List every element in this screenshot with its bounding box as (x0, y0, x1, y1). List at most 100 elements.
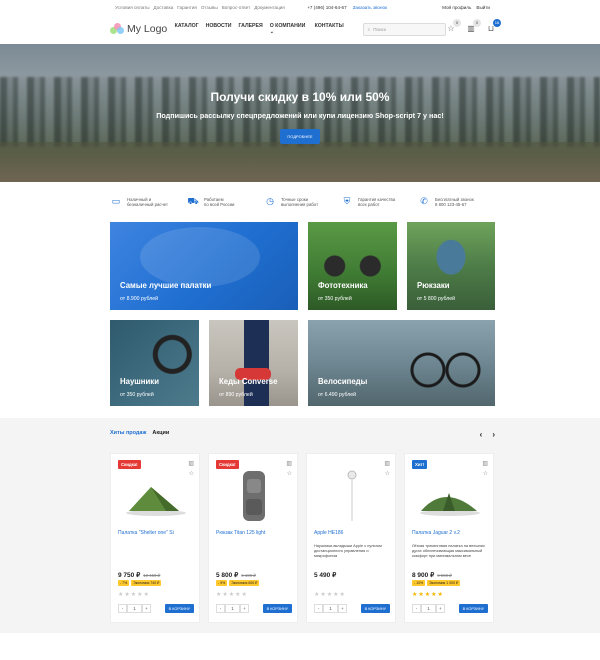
tab-promotions[interactable]: Акции (152, 430, 169, 436)
product-name[interactable]: Палатка Jaguar 2 v.2 (412, 530, 460, 536)
hero-more-button[interactable]: ПОДРОБНЕЕ (280, 129, 320, 144)
search-input[interactable]: ⌕ Поиск (362, 22, 446, 36)
phone-number[interactable]: +7 (496) 104-64-67 (307, 5, 346, 10)
category-price: от 6.490 рублей (318, 392, 357, 398)
product-name[interactable]: Палатка "Shelter one" Si (118, 530, 174, 536)
logo[interactable]: My Logo (110, 23, 173, 35)
plus-button[interactable]: + (338, 604, 347, 613)
favorites-icon[interactable]: ☆ 0 (446, 19, 461, 34)
category-title: Велосипеды (318, 377, 368, 386)
product-image (420, 493, 480, 516)
product-description: Наушники-вкладыши Apple с пультом дистан… (314, 543, 382, 558)
feature-call: ✆ Бесплатный звонок 8 800 123-45-67 (418, 197, 490, 208)
discount-percent: - 9% (216, 580, 228, 586)
nav-item-about[interactable]: О КОМПАНИИ ⌄ (270, 23, 308, 35)
product-card[interactable]: ▥ ☆ Apple HE186 Наушники-вкладыши Apple … (306, 453, 396, 623)
category-price: от 350 рублей (120, 392, 154, 398)
compare-count: 0 (473, 19, 481, 27)
rating-stars: ★★★★★ (216, 592, 248, 598)
product-name[interactable]: Apple HE186 (314, 530, 343, 536)
hero-title: Получи скидку в 10% или 50% (210, 90, 390, 104)
qty-value[interactable]: 1 (421, 604, 436, 613)
top-link[interactable]: Условия оплаты (115, 5, 150, 10)
top-bar: Условия оплаты Доставка Гарантия Отзывы … (0, 0, 600, 14)
category-tile-converse[interactable]: Кеды Converse от 890 рублей (209, 320, 298, 406)
category-grid: Самые лучшие палатки от 8.900 рублей Фот… (0, 222, 600, 417)
qty-value[interactable]: 1 (323, 604, 338, 613)
category-tile-headphones[interactable]: Наушники от 350 рублей (110, 320, 199, 406)
feature-delivery: ⛟ Работаем по всей России (187, 196, 235, 208)
callback-link[interactable]: Заказать звонок (353, 5, 387, 10)
next-arrow-icon[interactable]: › (492, 430, 495, 439)
minus-button[interactable]: - (412, 604, 421, 613)
category-title: Фототехника (318, 281, 368, 290)
minus-button[interactable]: - (314, 604, 323, 613)
header: My Logo КАТАЛОГ НОВОСТИ ГАЛЕРЕЯ О КОМПАН… (0, 14, 600, 44)
prev-arrow-icon[interactable]: ‹ (480, 430, 483, 439)
product-image (126, 487, 186, 516)
plus-button[interactable]: + (142, 604, 151, 613)
category-title: Рюкзаки (417, 281, 450, 290)
profile-link[interactable]: Мой профиль (442, 5, 471, 10)
nav-item-catalog[interactable]: КАТАЛОГ (175, 23, 199, 35)
product-description: Лёгкая трекинговая палатка на внешних ду… (412, 543, 485, 558)
sale-badge: Скидка! (118, 460, 141, 469)
category-title: Наушники (120, 377, 159, 386)
rating-stars: ★★★★★ (118, 592, 150, 598)
compare-icon[interactable]: ▥ (286, 460, 292, 467)
minus-button[interactable]: - (118, 604, 127, 613)
category-price: от 5 800 рублей (417, 296, 456, 302)
compare-icon[interactable]: ▥ (482, 460, 488, 467)
logo-text: My Logo (127, 23, 168, 35)
quantity-stepper[interactable]: -1 + (412, 604, 445, 613)
category-tile-backpacks[interactable]: Рюкзаки от 5 800 рублей (407, 222, 495, 310)
quantity-stepper[interactable]: -1 + (118, 604, 151, 613)
top-link[interactable]: Гарантия (177, 5, 197, 10)
card-icon: ▭ (111, 196, 121, 207)
plus-button[interactable]: + (436, 604, 445, 613)
qty-value[interactable]: 1 (127, 604, 142, 613)
add-to-cart-button[interactable]: В КОРЗИНУ (458, 604, 488, 613)
add-to-cart-button[interactable]: В КОРЗИНУ (262, 604, 292, 613)
logo-icon (110, 23, 124, 35)
category-tile-bicycles[interactable]: Велосипеды от 6.490 рублей (308, 320, 495, 406)
quantity-stepper[interactable]: -1 + (314, 604, 347, 613)
main-nav: КАТАЛОГ НОВОСТИ ГАЛЕРЕЯ О КОМПАНИИ ⌄ КОН… (175, 23, 344, 35)
clock-icon: ◷ (266, 196, 274, 207)
product-card[interactable]: Скидка! ▥ ☆ Рюкзак Titan 125 light 5 800… (208, 453, 298, 623)
top-link[interactable]: Документация (254, 5, 285, 10)
category-price: от 350 рублей (318, 296, 352, 302)
compare-icon[interactable]: ▥ 0 (466, 19, 481, 34)
add-to-cart-button[interactable]: В КОРЗИНУ (164, 604, 194, 613)
product-image (347, 470, 357, 521)
minus-button[interactable]: - (216, 604, 225, 613)
hero-subtitle: Подпишись рассылку спецпредложений или к… (156, 111, 444, 120)
feature-guarantee: ⛨ Гарантия качества всех работ (341, 197, 413, 208)
cart-icon[interactable]: ⊔ 16 (486, 19, 501, 34)
top-link[interactable]: Отзывы (201, 5, 218, 10)
compare-icon[interactable]: ▥ (384, 460, 390, 467)
nav-item-gallery[interactable]: ГАЛЕРЕЯ (239, 23, 263, 35)
quantity-stepper[interactable]: -1 + (216, 604, 249, 613)
nav-item-contacts[interactable]: КОНТАКТЫ (315, 23, 344, 35)
category-tile-tents[interactable]: Самые лучшие палатки от 8.900 рублей (110, 222, 298, 310)
product-card[interactable]: Хит! ▥ ☆ Палатка Jaguar 2 v.2 Лёгкая тре… (404, 453, 494, 623)
top-link[interactable]: Вопрос-ответ (222, 5, 251, 10)
old-price: 9 900 ₽ (437, 573, 452, 578)
compare-icon[interactable]: ▥ (188, 460, 194, 467)
discount-savings: Экономия 1 000 ₽ (427, 580, 461, 586)
qty-value[interactable]: 1 (225, 604, 240, 613)
category-tile-photo[interactable]: Фототехника от 350 рублей (308, 222, 397, 310)
top-link[interactable]: Доставка (154, 5, 174, 10)
product-name[interactable]: Рюкзак Titan 125 light (216, 530, 265, 536)
category-price: от 8.900 рублей (120, 296, 159, 302)
plus-button[interactable]: + (240, 604, 249, 613)
product-image (243, 471, 265, 521)
nav-item-news[interactable]: НОВОСТИ (206, 23, 232, 35)
tab-bestsellers[interactable]: Хиты продаж (110, 430, 146, 436)
add-to-cart-button[interactable]: В КОРЗИНУ (360, 604, 390, 613)
forest-ground (0, 142, 600, 182)
category-price: от 890 рублей (219, 392, 253, 398)
product-card[interactable]: Скидка! ▥ ☆ Палатка "Shelter one" Si 9 7… (110, 453, 200, 623)
logout-link[interactable]: Выйти (476, 5, 490, 10)
